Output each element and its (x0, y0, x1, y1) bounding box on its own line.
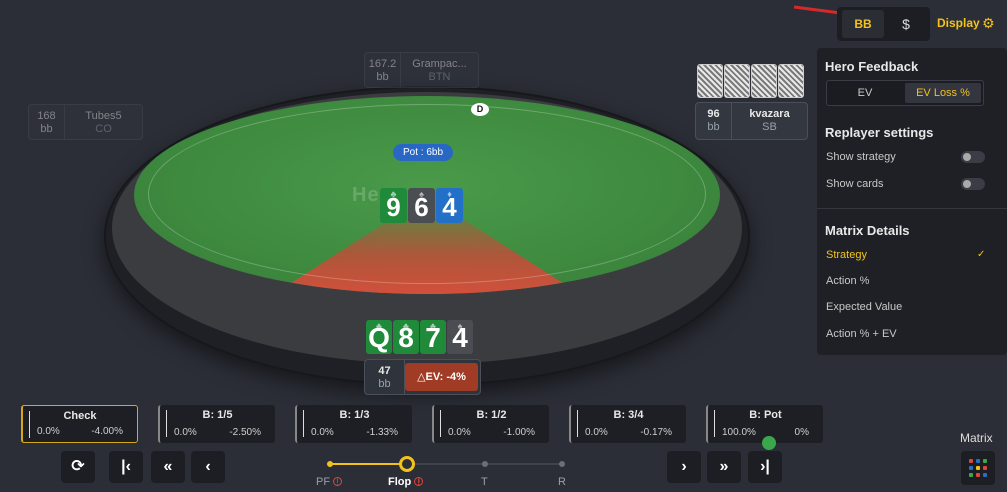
player-name: Tubes5 (85, 110, 122, 122)
facedown-card (751, 64, 777, 98)
check-icon: ✓ (977, 249, 986, 260)
matrix-option-action-ev[interactable]: Action % + EV (826, 328, 897, 340)
skip-start-icon[interactable]: |‹ (109, 451, 143, 483)
skip-end-icon[interactable]: ›| (748, 451, 782, 483)
ev-loss-option[interactable]: EV Loss % (905, 83, 981, 103)
player-name: kvazara (749, 108, 790, 120)
replayer-settings-title: Replayer settings (825, 125, 934, 140)
hero-card-2: ♣ 8 (393, 320, 419, 354)
player-position: CO (95, 123, 112, 135)
matrix-option-expected-value[interactable]: Expected Value (826, 301, 902, 313)
seat-sb[interactable]: 96 bb kvazara SB (695, 102, 808, 140)
rewind-icon[interactable]: « (151, 451, 185, 483)
diamond-icon: ♦ (447, 189, 452, 199)
club-icon: ♣ (376, 321, 382, 331)
pot-label: Pot : 6bb (393, 144, 453, 161)
step-forward-icon[interactable]: › (667, 451, 701, 483)
street-slider-handle[interactable] (399, 456, 415, 472)
ev-loss-badge: △EV: -4% (405, 363, 478, 391)
warning-icon: ! (414, 477, 424, 487)
player-name: Grampac... (412, 58, 467, 70)
facedown-card (724, 64, 750, 98)
show-cards-label: Show cards (826, 178, 884, 190)
refresh-icon[interactable]: ⟳ (61, 451, 95, 483)
hero-card-4: ♠ 4 (447, 320, 473, 354)
recommended-action-icon (762, 436, 776, 450)
matrix-option-strategy[interactable]: Strategy (826, 249, 867, 261)
street-label-pf: PF ! (316, 476, 343, 488)
show-strategy-toggle[interactable] (961, 151, 985, 163)
hero-card-1: ♣ Q (366, 320, 392, 354)
bb-unit-button[interactable]: BB (842, 10, 884, 38)
dealer-button: D (471, 103, 489, 116)
street-dot-pf[interactable] (327, 461, 333, 467)
show-cards-toggle[interactable] (961, 178, 985, 190)
club-icon: ♣ (390, 189, 397, 199)
fast-forward-icon[interactable]: » (707, 451, 741, 483)
hero-feedback-title: Hero Feedback (825, 59, 919, 74)
action-bet-1-5[interactable]: B: 1/5 0.0% -2.50% (158, 405, 275, 443)
action-check[interactable]: Check 0.0% -4.00% (21, 405, 138, 443)
step-back-icon[interactable]: ‹ (191, 451, 225, 483)
street-label-flop: Flop ! (388, 476, 424, 488)
facedown-card (778, 64, 804, 98)
street-progress-done (330, 463, 406, 465)
club-icon: ♣ (403, 321, 409, 331)
action-bet-1-3[interactable]: B: 1/3 0.0% -1.33% (295, 405, 412, 443)
board-card-2: ♠ 6 (408, 188, 435, 223)
dollar-unit-button[interactable]: $ (888, 10, 924, 38)
board-card-1: ♣ 9 (380, 188, 407, 223)
spade-icon: ♠ (419, 189, 424, 199)
street-dot-river[interactable] (559, 461, 565, 467)
club-icon: ♣ (430, 321, 436, 331)
feedback-segmented-control: EV EV Loss % (826, 80, 984, 106)
show-strategy-label: Show strategy (826, 151, 896, 163)
action-bet-1-2[interactable]: B: 1/2 0.0% -1.00% (432, 405, 549, 443)
player-position: SB (762, 121, 777, 133)
matrix-option-action[interactable]: Action % (826, 275, 869, 287)
warning-icon: ! (333, 477, 343, 487)
seat-co[interactable]: 168 bb Tubes5 CO (28, 104, 143, 140)
street-dot-turn[interactable] (482, 461, 488, 467)
street-label-river: R (558, 476, 566, 488)
display-menu-button[interactable]: Display (937, 16, 980, 30)
spade-icon: ♠ (457, 321, 463, 331)
seat-btn[interactable]: 167.2 bb Grampac... BTN (364, 52, 479, 88)
hero-card-3: ♣ 7 (420, 320, 446, 354)
board-card-3: ♦ 4 (436, 188, 463, 223)
facedown-card (697, 64, 723, 98)
player-position: BTN (428, 71, 451, 83)
matrix-label: Matrix (960, 431, 993, 445)
panel-divider (817, 208, 1007, 209)
matrix-details-title: Matrix Details (825, 223, 910, 238)
street-label-turn: T (481, 476, 488, 488)
gear-icon[interactable]: ⚙ (982, 15, 995, 32)
ev-option[interactable]: EV (827, 81, 903, 105)
matrix-grid-icon[interactable] (961, 451, 995, 485)
action-bet-3-4[interactable]: B: 3/4 0.0% -0.17% (569, 405, 686, 443)
